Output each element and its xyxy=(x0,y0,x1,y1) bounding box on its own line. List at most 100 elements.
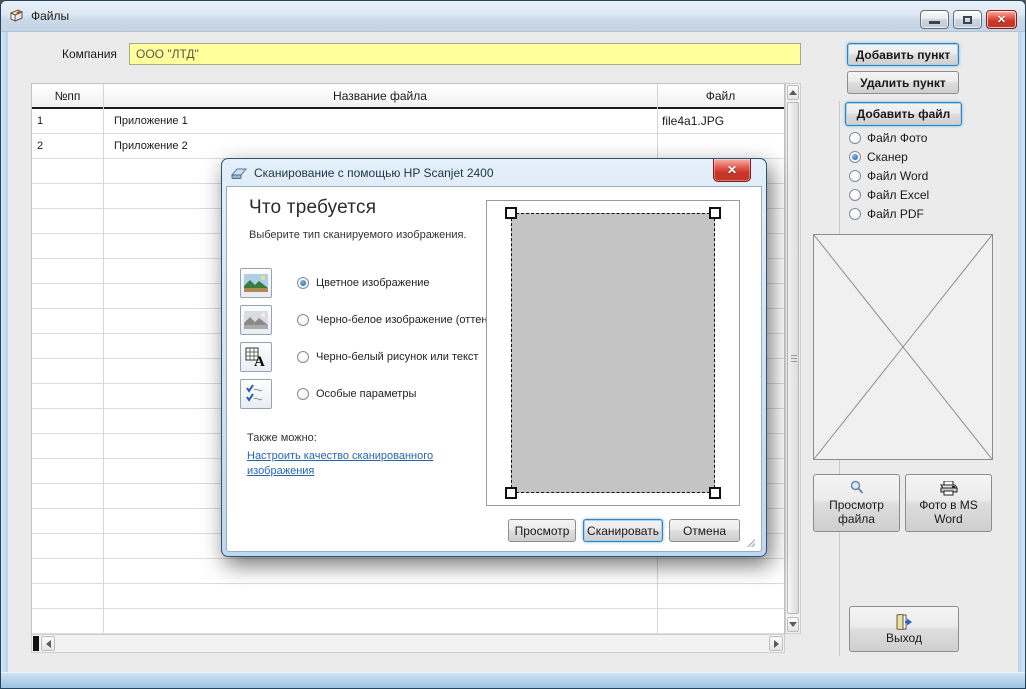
custom-settings-icon[interactable] xyxy=(240,379,272,409)
scroll-up-button[interactable] xyxy=(787,85,799,100)
scan-button[interactable]: Сканировать xyxy=(583,519,663,542)
radio-label: Файл Word xyxy=(867,169,928,183)
filetype-radio-photo[interactable]: Файл Фото xyxy=(849,131,927,145)
row-number: 2 xyxy=(37,134,43,158)
close-button[interactable]: ✕ xyxy=(986,10,1017,29)
bw-drawing-text-icon[interactable]: A xyxy=(240,342,272,372)
table-row[interactable] xyxy=(32,584,784,609)
minimize-icon xyxy=(929,21,940,24)
vertical-scrollbar-thumb[interactable] xyxy=(787,102,799,614)
adjust-quality-link[interactable]: Настроить качество сканированного изобра… xyxy=(247,449,477,479)
scan-preview-pane xyxy=(486,200,740,506)
arrow-left-icon xyxy=(46,640,51,648)
selection-handle[interactable] xyxy=(709,207,721,219)
resize-grip-icon[interactable] xyxy=(747,539,755,547)
option-label: Черно-белое изображение (оттенки xyxy=(316,314,498,326)
scroll-left-button[interactable] xyxy=(41,636,55,651)
radio-icon xyxy=(849,208,861,220)
thumb-grip-icon xyxy=(791,358,797,359)
window-border-left xyxy=(1,31,8,672)
scroll-right-button[interactable] xyxy=(769,636,783,651)
arrow-up-icon xyxy=(789,90,797,95)
option-label: Цветное изображение xyxy=(316,277,430,289)
radio-label: Файл Фото xyxy=(867,131,927,145)
svg-text:A: A xyxy=(254,354,265,367)
preview-button[interactable]: Просмотр xyxy=(508,519,576,542)
selection-handle[interactable] xyxy=(505,487,517,499)
scan-selection-area[interactable] xyxy=(511,213,715,493)
option-label: Черно-белый рисунок или текст xyxy=(316,351,478,363)
arrow-right-icon xyxy=(774,640,779,648)
maximize-button[interactable] xyxy=(953,10,982,29)
table-header: №пп Название файла Файл xyxy=(32,84,784,109)
radio-icon xyxy=(297,314,309,326)
cancel-button[interactable]: Отмена xyxy=(669,519,740,542)
dialog-body: Что требуется Выберите тип сканируемого … xyxy=(226,186,762,552)
delete-item-button[interactable]: Удалить пункт xyxy=(847,71,959,94)
selection-handle[interactable] xyxy=(709,487,721,499)
radio-icon xyxy=(297,277,309,289)
window-border-bottom xyxy=(1,672,1025,688)
horizontal-scrollbar-thumb[interactable] xyxy=(33,636,39,651)
horizontal-scrollbar[interactable] xyxy=(31,634,785,653)
scan-dialog: Сканирование с помощью HP Scanjet 2400 ✕… xyxy=(221,158,767,557)
scroll-down-button[interactable] xyxy=(787,617,799,632)
table-row[interactable]: 2 Приложение 2 xyxy=(32,134,784,159)
column-header-file: Файл xyxy=(657,84,784,107)
exit-door-icon xyxy=(895,614,913,630)
option-label: Особые параметры xyxy=(316,388,416,400)
radio-icon xyxy=(849,151,861,163)
maximize-icon xyxy=(963,16,972,24)
dialog-close-button[interactable]: ✕ xyxy=(713,159,751,182)
app-window: Файлы ✕ Компания №пп Название файла Файл… xyxy=(0,0,1026,689)
selection-handle[interactable] xyxy=(505,207,517,219)
column-header-filename: Название файла xyxy=(103,84,657,107)
radio-icon xyxy=(849,170,861,182)
filetype-radio-excel[interactable]: Файл Excel xyxy=(849,188,929,202)
company-input[interactable] xyxy=(129,43,801,65)
table-row[interactable] xyxy=(32,559,784,584)
filetype-radio-word[interactable]: Файл Word xyxy=(849,169,928,183)
radio-label: Файл Excel xyxy=(867,188,929,202)
add-file-button[interactable]: Добавить файл xyxy=(845,102,962,126)
crossed-lines-icon xyxy=(814,235,992,459)
color-photo-icon[interactable] xyxy=(240,268,272,298)
filetype-radio-scanner[interactable]: Сканер xyxy=(849,150,908,164)
company-label: Компания xyxy=(62,47,117,61)
add-item-button[interactable]: Добавить пункт xyxy=(847,43,959,66)
window-title: Файлы xyxy=(31,9,69,23)
grayscale-photo-icon[interactable] xyxy=(240,305,272,335)
table-row[interactable]: 1 Приложение 1 file4a1.JPG xyxy=(32,109,784,134)
close-icon: ✕ xyxy=(727,163,737,177)
minimize-button[interactable] xyxy=(920,10,949,29)
scan-type-option-color[interactable]: Цветное изображение xyxy=(240,268,430,298)
filetype-radio-pdf[interactable]: Файл PDF xyxy=(849,207,924,221)
scan-type-option-grayscale[interactable]: Черно-белое изображение (оттенки xyxy=(240,305,498,335)
exit-label: Выход xyxy=(886,631,922,645)
radio-icon xyxy=(849,189,861,201)
radio-icon xyxy=(297,351,309,363)
dialog-titlebar[interactable]: Сканирование с помощью HP Scanjet 2400 ✕ xyxy=(222,159,766,187)
magnifier-icon xyxy=(849,480,865,496)
radio-icon xyxy=(297,388,309,400)
arrow-down-icon xyxy=(789,622,797,627)
dialog-title: Сканирование с помощью HP Scanjet 2400 xyxy=(254,166,494,180)
window-border-right xyxy=(1018,31,1025,672)
radio-label: Сканер xyxy=(867,150,908,164)
scan-type-option-custom[interactable]: Особые параметры xyxy=(240,379,416,409)
view-file-button[interactable]: Просмотр файла xyxy=(813,474,900,532)
exit-button[interactable]: Выход xyxy=(849,606,959,652)
row-filename: Приложение 2 xyxy=(114,134,188,158)
column-divider xyxy=(103,84,104,633)
photo-to-word-button[interactable]: Фото в MS Word xyxy=(905,474,992,532)
scan-type-option-bw-text[interactable]: A Черно-белый рисунок или текст xyxy=(240,342,478,372)
window-titlebar[interactable]: Файлы ✕ xyxy=(1,1,1025,32)
printer-icon xyxy=(940,481,958,496)
scanner-icon xyxy=(231,167,247,180)
vertical-scrollbar[interactable] xyxy=(785,83,801,634)
row-number: 1 xyxy=(37,109,43,133)
table-row[interactable] xyxy=(32,609,784,634)
dialog-heading: Что требуется xyxy=(249,197,376,219)
row-filename: Приложение 1 xyxy=(114,109,188,133)
radio-icon xyxy=(849,132,861,144)
